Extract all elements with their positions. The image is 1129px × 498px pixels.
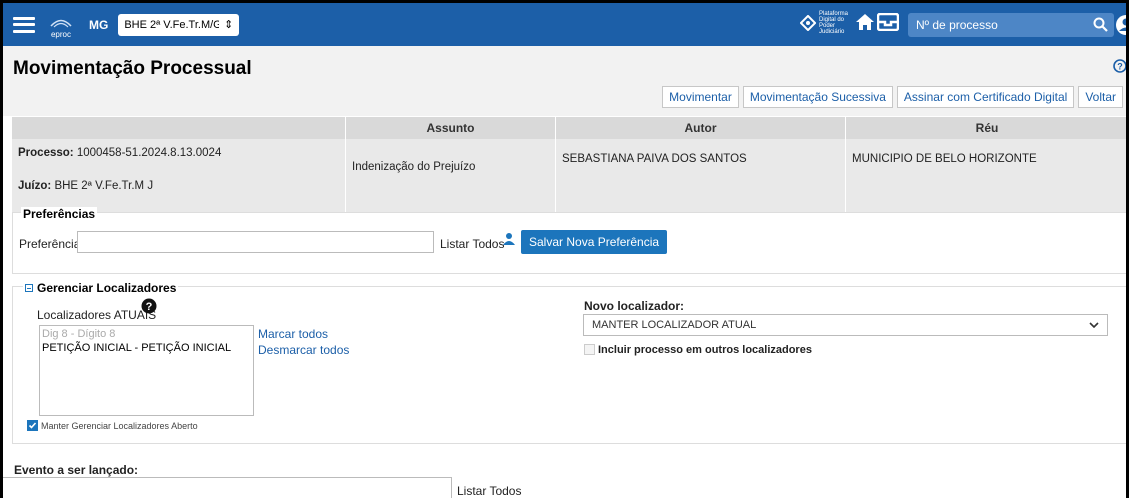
autor-cell: SEBASTIANA PAIVA DOS SANTOS (556, 139, 846, 218)
reu-cell: MUNICIPIO DE BELO HORIZONTE (846, 139, 1129, 218)
help-icon[interactable]: ? (1113, 59, 1127, 76)
reu-value: MUNICIPIO DE BELO HORIZONTE (852, 153, 1037, 165)
top-navbar: eproc MG BHE 2ª V.Fe.Tr.M/GEF ⇕ Platafor… (0, 0, 1129, 46)
processo-line: Processo: 1000458-51.2024.8.13.0024 (18, 147, 221, 159)
process-table: Assunto Autor Réu Processo: 1000458-51.2… (12, 117, 1129, 218)
evento-input[interactable] (0, 477, 452, 498)
person-icon[interactable] (502, 232, 516, 249)
movimentar-button[interactable]: Movimentar (662, 86, 739, 108)
action-button-bar: Movimentar Movimentação Sucessiva Assina… (658, 86, 1126, 108)
header-autor: Autor (556, 117, 846, 139)
incluir-outros-label: Incluir processo em outros localizadores (598, 344, 812, 356)
uf-label: MG (89, 17, 109, 32)
manter-aberto-label: Manter Gerenciar Localizadores Aberto (41, 421, 198, 431)
assinar-certificado-button[interactable]: Assinar com Certificado Digital (896, 86, 1075, 108)
org-select-value: BHE 2ª V.Fe.Tr.M/GEF (124, 18, 220, 31)
incluir-outros-checkbox[interactable] (584, 344, 595, 355)
inbox-icon[interactable] (876, 12, 900, 34)
pdpj-logo-text: Plataforma Digital do Poder Judiciário (819, 11, 849, 35)
listar-todos-link[interactable]: Listar Todos (440, 237, 504, 251)
processo-value: 1000458-51.2024.8.13.0024 (76, 147, 222, 159)
preferencia-input[interactable] (77, 231, 434, 253)
novo-localizador-select[interactable]: MANTER LOCALIZADOR ATUAL (583, 314, 1108, 336)
marcar-todos-link[interactable]: Marcar todos (258, 327, 328, 341)
novo-localizador-label: Novo localizador: (584, 299, 685, 313)
novo-localizador-value: MANTER LOCALIZADOR ATUAL (592, 319, 757, 331)
collapse-icon[interactable] (25, 284, 33, 292)
salvar-preferencia-button[interactable]: Salvar Nova Preferência (521, 230, 668, 254)
processo-label: Processo: (18, 147, 74, 159)
autor-value: SEBASTIANA PAIVA DOS SANTOS (562, 153, 747, 165)
process-table-header: Assunto Autor Réu (12, 117, 1129, 139)
header-assunto: Assunto (346, 117, 556, 139)
desmarcar-todos-link[interactable]: Desmarcar todos (258, 343, 349, 357)
localizadores-atuais-label: Localizadores ATUAIS (37, 308, 157, 322)
frame-border-left (0, 0, 3, 498)
process-search-input[interactable]: Nº de processo (908, 13, 1114, 37)
eproc-logo[interactable]: eproc (49, 11, 73, 39)
page-title: Movimentação Processual (13, 58, 252, 79)
movimentacao-sucessiva-button[interactable]: Movimentação Sucessiva (742, 86, 893, 108)
menu-icon[interactable] (13, 16, 35, 33)
evento-listar-todos-link[interactable]: Listar Todos (457, 484, 521, 498)
juizo-value: BHE 2ª V.Fe.Tr.M J (54, 180, 154, 192)
juizo-line: Juízo: BHE 2ª V.Fe.Tr.M J (18, 180, 153, 192)
question-circle-icon[interactable]: ? (141, 298, 157, 317)
process-table-row: Processo: 1000458-51.2024.8.13.0024 Juíz… (12, 139, 1129, 218)
org-select[interactable]: BHE 2ª V.Fe.Tr.M/GEF ⇕ (118, 13, 240, 36)
juizo-label: Juízo: (18, 180, 52, 192)
localizadores-listbox[interactable]: Dig 8 - Dígito 8 PETIÇÃO INICIAL - PETIÇ… (39, 325, 254, 416)
localizadores-legend: Gerenciar Localizadores (23, 281, 179, 295)
assunto-cell: Indenização do Prejuízo (346, 139, 556, 218)
voltar-button[interactable]: Voltar (1078, 86, 1123, 108)
localizadores-legend-text: Gerenciar Localizadores (37, 281, 177, 295)
list-item[interactable]: Dig 8 - Dígito 8 (42, 328, 115, 340)
chevron-down-icon (1089, 319, 1099, 331)
svg-text:?: ? (146, 301, 153, 313)
eproc-logo-text: eproc (50, 29, 71, 39)
assunto-value: Indenização do Prejuízo (352, 161, 476, 173)
manter-aberto-checkbox[interactable] (27, 420, 38, 431)
header-reu: Réu (846, 117, 1129, 139)
svg-text:?: ? (1117, 62, 1123, 72)
select-arrows-icon: ⇕ (224, 19, 234, 31)
pdpj-logo[interactable]: Plataforma Digital do Poder Judiciário (800, 11, 855, 35)
title-bar: Movimentação Processual ? Movimentar Mov… (0, 46, 1129, 116)
header-empty (12, 117, 346, 139)
evento-label: Evento a ser lançado: (14, 463, 139, 477)
search-icon[interactable] (1093, 17, 1108, 35)
process-search-placeholder: Nº de processo (916, 18, 998, 32)
preferencias-fieldset: Preferências Preferência: Listar Todos S… (12, 207, 1129, 274)
list-item[interactable]: PETIÇÃO INICIAL - PETIÇÃO INICIAL (42, 342, 231, 354)
localizadores-fieldset: Gerenciar Localizadores Localizadores AT… (12, 281, 1129, 444)
preferencia-label: Preferência: (19, 237, 84, 251)
home-icon[interactable] (855, 13, 875, 34)
preferencias-legend: Preferências (21, 207, 98, 221)
